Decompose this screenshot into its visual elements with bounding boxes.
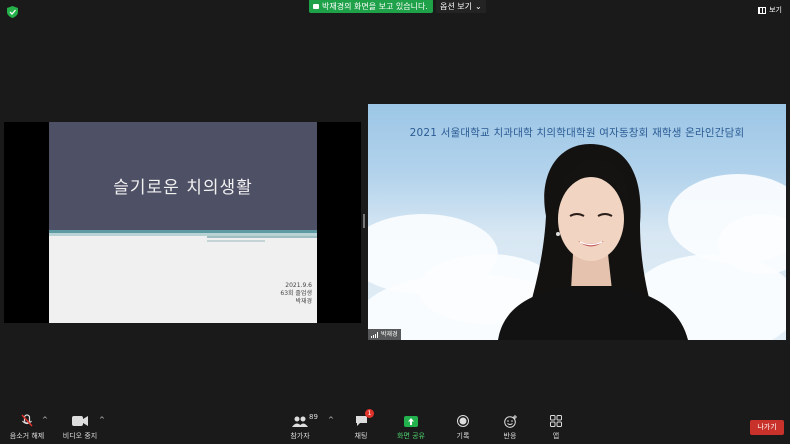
leave-meeting-button[interactable]: 나가기 bbox=[750, 420, 784, 435]
gallery-grid-icon bbox=[758, 6, 767, 14]
participant-name-tag: 박재경 bbox=[368, 329, 401, 340]
record-button[interactable]: 기록 bbox=[438, 412, 488, 441]
view-button-label: 보기 bbox=[769, 6, 782, 14]
participants-icon bbox=[292, 416, 308, 427]
speaker-person bbox=[498, 144, 688, 340]
signal-strength-icon bbox=[371, 331, 378, 338]
presentation-slide: 슬기로운 치의생활 2021.9.6 63회 졸업생 박재경 bbox=[49, 122, 317, 323]
view-options-label: 옵션 보기 bbox=[440, 2, 472, 11]
microphone-muted-icon bbox=[21, 414, 33, 427]
stop-video-button[interactable]: 비디오 중지 bbox=[55, 412, 105, 441]
record-icon bbox=[457, 415, 469, 427]
chat-unread-badge: 1 bbox=[365, 409, 374, 418]
screen-share-icon bbox=[313, 4, 319, 9]
share-screen-label: 화면 공유 bbox=[397, 432, 425, 440]
participants-options-caret[interactable]: ^ bbox=[328, 416, 334, 424]
apps-label: 앱 bbox=[552, 432, 560, 440]
apps-button[interactable]: 앱 bbox=[531, 412, 581, 441]
speaker-video-panel: 2021 서울대학교 치과대학 치의학대학원 여자동창회 재학생 온라인간담회 bbox=[368, 104, 786, 340]
slide-stripe bbox=[207, 240, 265, 242]
meeting-toolbar: 음소거 해제 ^ 비디오 중지 ^ 참가자 89 ^ 1 채팅 화면 공유 기록… bbox=[0, 409, 790, 444]
participants-count: 89 bbox=[309, 413, 318, 421]
chat-button[interactable]: 1 채팅 bbox=[336, 409, 386, 441]
share-screen-icon bbox=[404, 415, 418, 427]
stop-video-label: 비디오 중지 bbox=[62, 432, 98, 440]
split-view-divider[interactable] bbox=[363, 214, 365, 228]
screen-share-banner: 박재경의 화면을 보고 있습니다. bbox=[309, 0, 433, 13]
security-shield-icon[interactable] bbox=[7, 6, 18, 18]
shared-screen-panel: 슬기로운 치의생활 2021.9.6 63회 졸업생 박재경 bbox=[4, 122, 361, 323]
slide-name: 박재경 bbox=[295, 298, 312, 305]
video-camera-icon bbox=[72, 416, 88, 426]
zoom-meeting-window: 박재경의 화면을 보고 있습니다. 옵션 보기 ⌄ 보기 슬기로운 치의생활 2… bbox=[0, 0, 790, 444]
audio-options-caret[interactable]: ^ bbox=[42, 416, 48, 424]
view-options-button[interactable]: 옵션 보기 ⌄ bbox=[436, 0, 486, 13]
reactions-label: 반응 bbox=[503, 432, 517, 440]
slide-presenter-info: 2021.9.6 63회 졸업생 박재경 bbox=[280, 282, 312, 306]
record-label: 기록 bbox=[456, 432, 470, 440]
slide-date: 2021.9.6 bbox=[285, 282, 312, 289]
apps-icon bbox=[550, 415, 562, 427]
video-options-caret[interactable]: ^ bbox=[99, 416, 105, 424]
slide-class: 63회 졸업생 bbox=[280, 290, 312, 297]
participants-label: 참가자 bbox=[290, 432, 310, 440]
slide-title: 슬기로운 치의생활 bbox=[113, 178, 253, 198]
chevron-down-icon: ⌄ bbox=[474, 2, 482, 11]
view-button[interactable]: 보기 bbox=[758, 5, 782, 15]
unmute-label: 음소거 해제 bbox=[9, 432, 45, 440]
participant-name: 박재경 bbox=[381, 331, 398, 338]
chat-label: 채팅 bbox=[354, 432, 368, 440]
share-screen-button[interactable]: 화면 공유 bbox=[386, 412, 436, 441]
reactions-button[interactable]: 반응 bbox=[485, 412, 535, 441]
screen-share-banner-text: 박재경의 화면을 보고 있습니다. bbox=[322, 2, 428, 11]
slide-stripe bbox=[207, 236, 317, 238]
reaction-emoji-icon bbox=[503, 414, 517, 428]
